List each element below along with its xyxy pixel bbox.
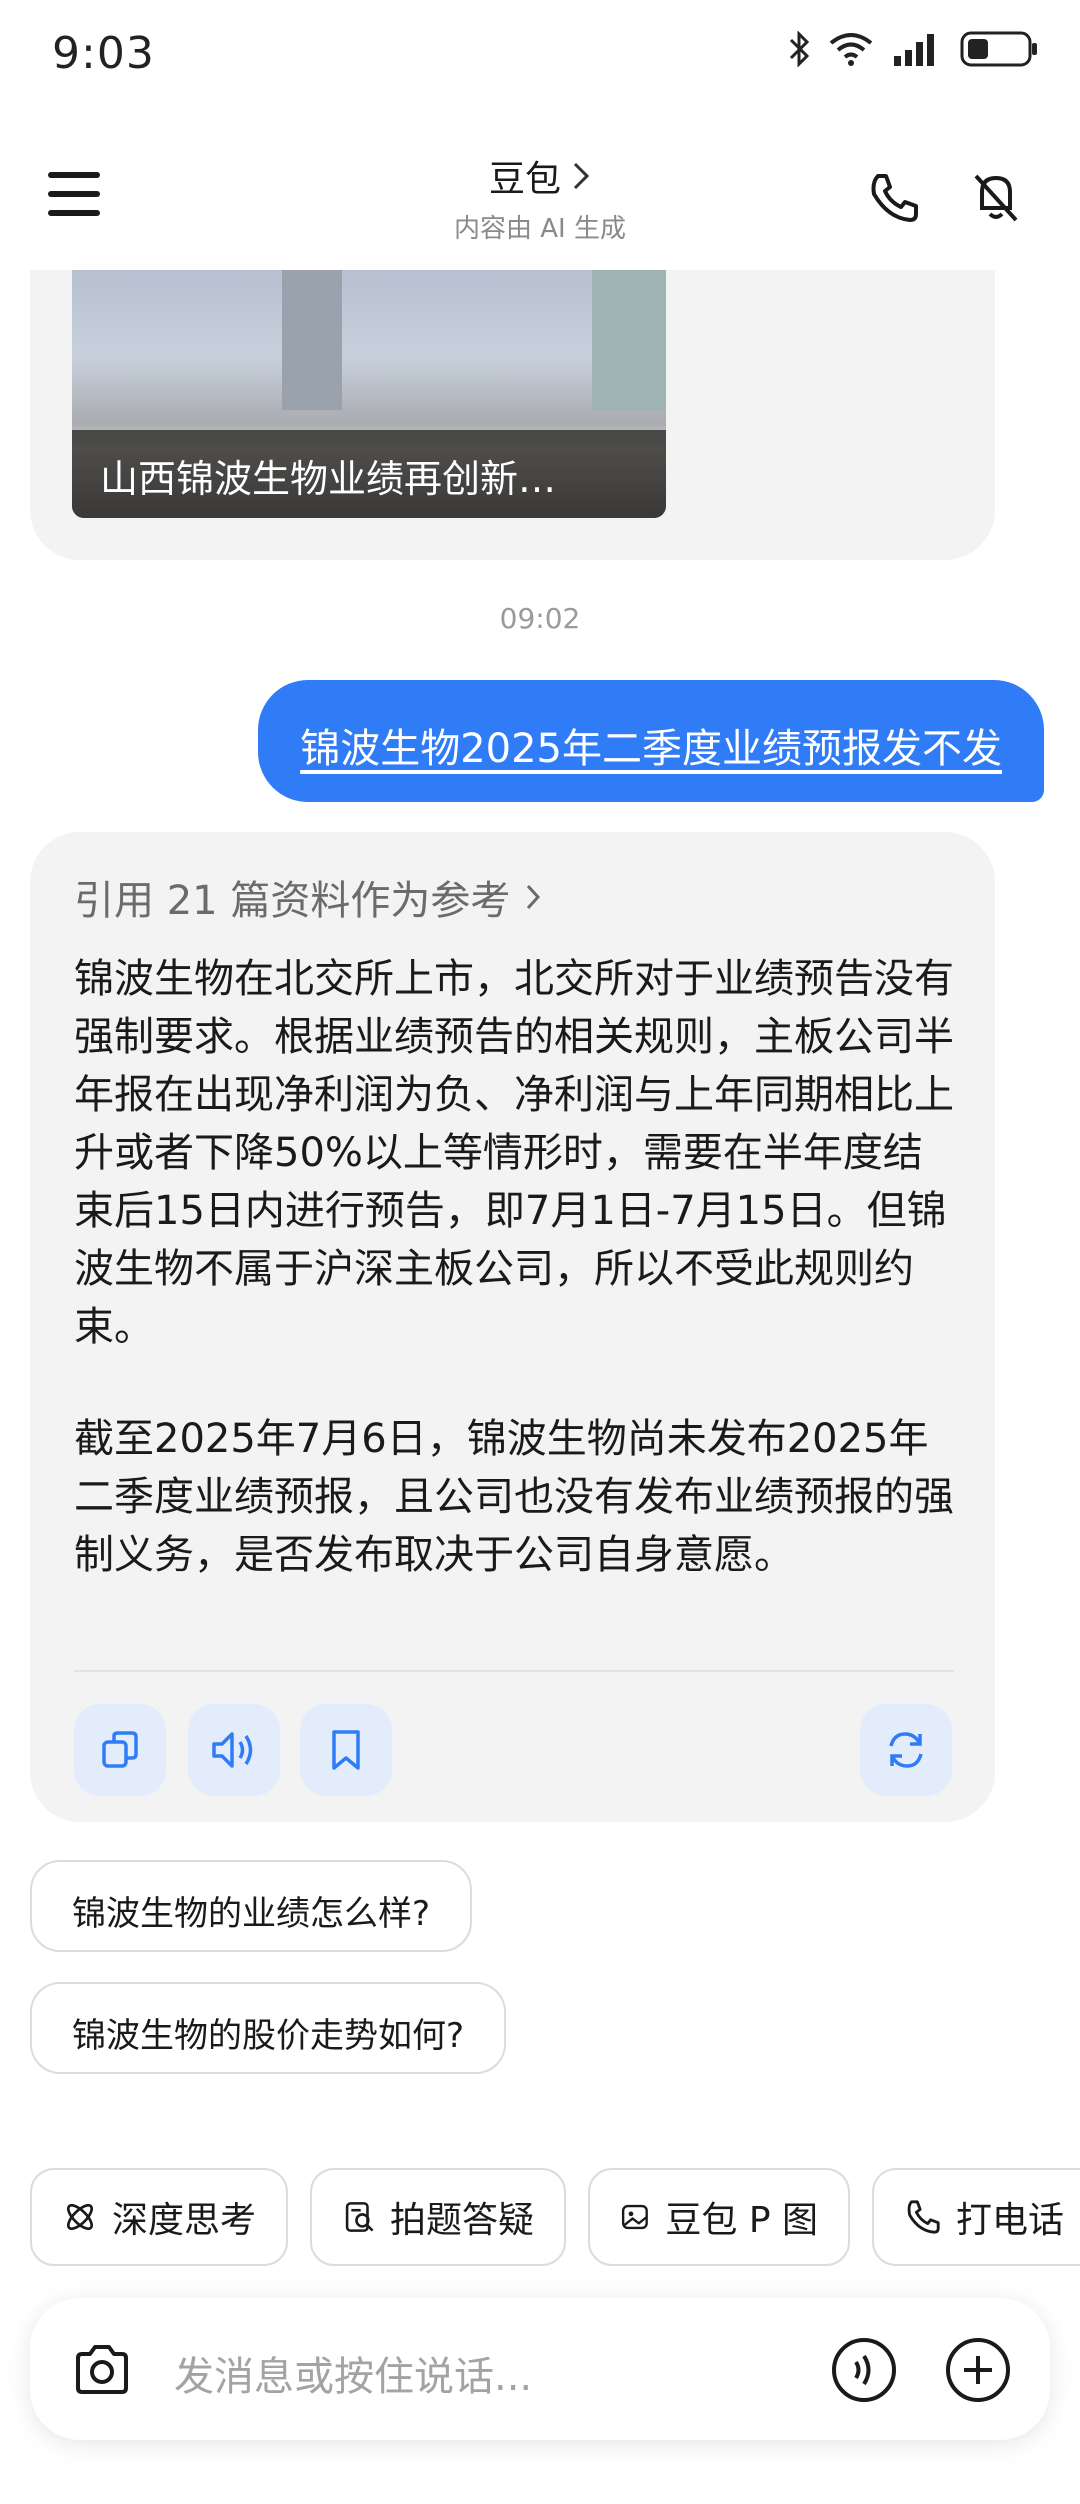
suggested-question[interactable]: 锦波生物的股价走势如何? [30, 1982, 507, 2074]
divider [74, 1670, 954, 1672]
quick-action-label: 豆包 P 图 [665, 2200, 818, 2241]
news-caption: 山西锦波生物业绩再创新… [72, 430, 666, 518]
status-bar: 9:03 [0, 0, 1080, 110]
chat-header: 豆包 内容由 AI 生成 [0, 130, 1080, 260]
user-message-bubble[interactable]: 锦波生物2025年二季度业绩预报发不发 [258, 680, 1044, 802]
message-input-bar: 发消息或按住说话... [30, 2298, 1050, 2440]
suggested-question[interactable]: 锦波生物的业绩怎么样? [30, 1860, 473, 1952]
bookmark-button[interactable] [300, 1704, 392, 1796]
quick-action-label: 深度思考 [111, 2200, 256, 2241]
scan-question-icon [345, 2202, 374, 2232]
quick-action-label: 打电话 [956, 2200, 1065, 2241]
photo-question-button[interactable]: 拍题答疑 [310, 2168, 566, 2266]
references-link[interactable]: 引用 21 篇资料作为参考 [74, 868, 542, 926]
speaker-muted-icon[interactable] [968, 170, 1024, 226]
atom-icon [66, 2203, 94, 2231]
chevron-right-icon [573, 162, 590, 190]
status-icons [788, 30, 1040, 68]
voice-call-icon[interactable] [830, 2336, 898, 2404]
quick-actions: 深度思考 拍题答疑 豆包 P 图 打电话 [30, 2168, 1080, 2266]
ai-answer-text: 锦波生物在北交所上市，北交所对于业绩预告没有强制要求。根据业绩预告的相关规则，主… [74, 950, 954, 1638]
ai-message-bubble: 引用 21 篇资料作为参考 锦波生物在北交所上市，北交所对于业绩预告没有强制要求… [30, 832, 995, 1822]
status-time: 9:03 [52, 28, 155, 79]
answer-paragraph: 截至2025年7月6日，锦波生物尚未发布2025年二季度业绩预报，且公司也没有发… [74, 1416, 954, 1578]
image-edit-icon [621, 2204, 648, 2230]
battery-icon [960, 31, 1037, 67]
bluetooth-icon [789, 31, 810, 67]
previous-ai-bubble: 山西锦波生物业绩再创新… [30, 270, 995, 560]
chevron-right-icon [527, 884, 541, 910]
copy-icon [102, 1731, 138, 1768]
message-timestamp: 09:02 [499, 602, 581, 635]
bookmark-icon [332, 1730, 360, 1770]
camera-icon[interactable] [70, 2338, 134, 2402]
refresh-icon [889, 1732, 923, 1768]
quick-action-label: 拍题答疑 [389, 2200, 534, 2241]
phone-call-icon[interactable] [866, 170, 922, 226]
image-edit-button[interactable]: 豆包 P 图 [588, 2168, 850, 2266]
read-aloud-button[interactable] [188, 1704, 280, 1796]
deep-think-button[interactable]: 深度思考 [30, 2168, 288, 2266]
answer-paragraph: 锦波生物在北交所上市，北交所对于业绩预告没有强制要求。根据业绩预告的相关规则，主… [74, 956, 954, 1350]
wifi-icon [829, 33, 873, 66]
references-label: 引用 21 篇资料作为参考 [74, 878, 511, 924]
speaker-icon [212, 1732, 253, 1768]
signal-icon [894, 34, 934, 66]
copy-button[interactable] [74, 1704, 166, 1796]
bot-name: 豆包 [488, 159, 561, 200]
news-card[interactable]: 山西锦波生物业绩再创新… [72, 270, 666, 518]
make-call-button[interactable]: 打电话 [872, 2168, 1080, 2266]
phone-icon [907, 2200, 940, 2234]
message-input[interactable]: 发消息或按住说话... [174, 2344, 532, 2402]
regenerate-button[interactable] [860, 1704, 952, 1796]
plus-icon[interactable] [944, 2336, 1012, 2404]
